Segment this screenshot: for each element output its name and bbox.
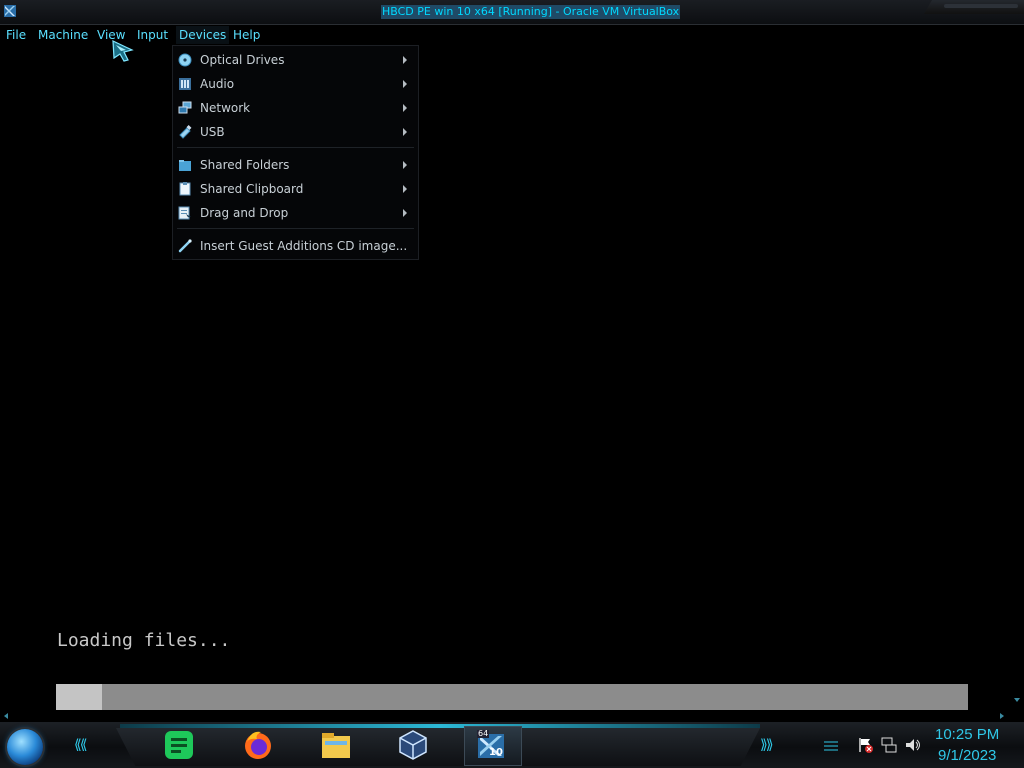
menu-item-label: Shared Folders	[200, 158, 290, 172]
submenu-arrow-icon	[403, 128, 407, 136]
menu-item-shared-folders[interactable]: Shared Folders	[173, 153, 418, 177]
menu-item-label: Network	[200, 101, 251, 115]
vm-badge-64: 64	[477, 729, 490, 738]
menu-devices[interactable]: Devices	[176, 26, 230, 44]
notes-app-icon[interactable]	[162, 728, 196, 762]
menu-item-label: USB	[200, 125, 225, 139]
volume-icon[interactable]	[904, 736, 922, 754]
clipboard-icon	[179, 182, 191, 196]
progress-bar-fill	[56, 684, 102, 710]
submenu-arrow-icon	[403, 185, 407, 193]
menu-help[interactable]: Help	[233, 27, 260, 43]
start-button[interactable]	[7, 729, 43, 765]
menu-machine[interactable]: Machine	[38, 27, 88, 43]
window-titlebar: HBCD PE win 10 x64 [Running] - Oracle VM…	[0, 0, 1024, 25]
usb-icon	[179, 125, 192, 139]
submenu-arrow-icon	[403, 80, 407, 88]
hbcd-vm-window-button[interactable]: 64 10	[464, 726, 522, 766]
guest-additions-cd-icon	[178, 239, 192, 253]
menu-item-insert-guest-additions[interactable]: Insert Guest Additions CD image...	[173, 234, 418, 258]
menu-item-shared-clipboard[interactable]: Shared Clipboard	[173, 177, 418, 201]
optical-disc-icon	[178, 53, 192, 67]
vm-badge-10: 10	[489, 747, 503, 758]
shared-folders-icon	[179, 160, 191, 171]
scroll-right-icon[interactable]	[1000, 713, 1004, 719]
scroll-left-icon[interactable]	[4, 713, 8, 719]
drag-drop-icon	[178, 206, 191, 220]
chevron-left-decoration-icon: ⟪⟪	[74, 737, 88, 753]
menu-item-label: Shared Clipboard	[200, 182, 304, 196]
guest-status-text: Loading files...	[57, 630, 231, 651]
menu-item-usb[interactable]: USB	[173, 120, 418, 144]
menu-file[interactable]: File	[6, 27, 26, 43]
scroll-down-icon[interactable]	[1014, 698, 1020, 702]
menu-input[interactable]: Input	[137, 27, 168, 43]
menu-item-optical-drives[interactable]: Optical Drives	[173, 48, 418, 72]
menu-item-drag-and-drop[interactable]: Drag and Drop	[173, 201, 418, 225]
window-title: HBCD PE win 10 x64 [Running] - Oracle VM…	[381, 5, 681, 19]
taskbar-center-panel	[116, 728, 760, 766]
submenu-arrow-icon	[403, 161, 407, 169]
taskbar-glow-strip	[120, 724, 760, 728]
menu-item-network[interactable]: Network	[173, 96, 418, 120]
menu-item-label: Insert Guest Additions CD image...	[200, 239, 408, 253]
action-center-flag-icon[interactable]	[856, 736, 874, 754]
submenu-arrow-icon	[403, 56, 407, 64]
menu-item-label: Optical Drives	[200, 53, 285, 67]
clock-time[interactable]: 10:25 PM	[935, 726, 999, 744]
chevron-right-decoration-icon: ⟫⟫	[760, 737, 774, 753]
menu-item-audio[interactable]: Audio	[173, 72, 418, 96]
show-hidden-icons-icon[interactable]	[822, 736, 840, 754]
file-explorer-icon[interactable]	[319, 728, 353, 762]
virtualbox-app-icon[interactable]	[2, 3, 18, 19]
window-controls[interactable]	[924, 0, 1024, 14]
mouse-cursor-icon	[112, 40, 134, 62]
menu-separator	[177, 228, 414, 229]
firefox-icon[interactable]	[241, 728, 275, 762]
menu-bar: File Machine View Input Devices Help	[0, 25, 1024, 45]
clock-date[interactable]: 9/1/2023	[938, 747, 996, 765]
menu-separator	[177, 147, 414, 148]
menu-item-label: Drag and Drop	[200, 206, 289, 220]
menu-item-label: Audio	[200, 77, 235, 91]
virtualbox-icon[interactable]	[396, 728, 430, 762]
network-status-icon[interactable]	[880, 736, 898, 754]
submenu-arrow-icon	[403, 104, 407, 112]
guest-loading-progress-bar	[56, 684, 968, 710]
audio-icon	[179, 78, 191, 90]
network-icon	[178, 101, 192, 114]
horizontal-scrollbar[interactable]	[0, 711, 1024, 721]
taskbar: ⟪⟪ 64 10 ⟫⟫ 10:25 PM 9/1/2023	[0, 722, 1024, 768]
devices-dropdown-menu: Optical Drives Audio Network USB Shared …	[172, 45, 419, 260]
submenu-arrow-icon	[403, 209, 407, 217]
